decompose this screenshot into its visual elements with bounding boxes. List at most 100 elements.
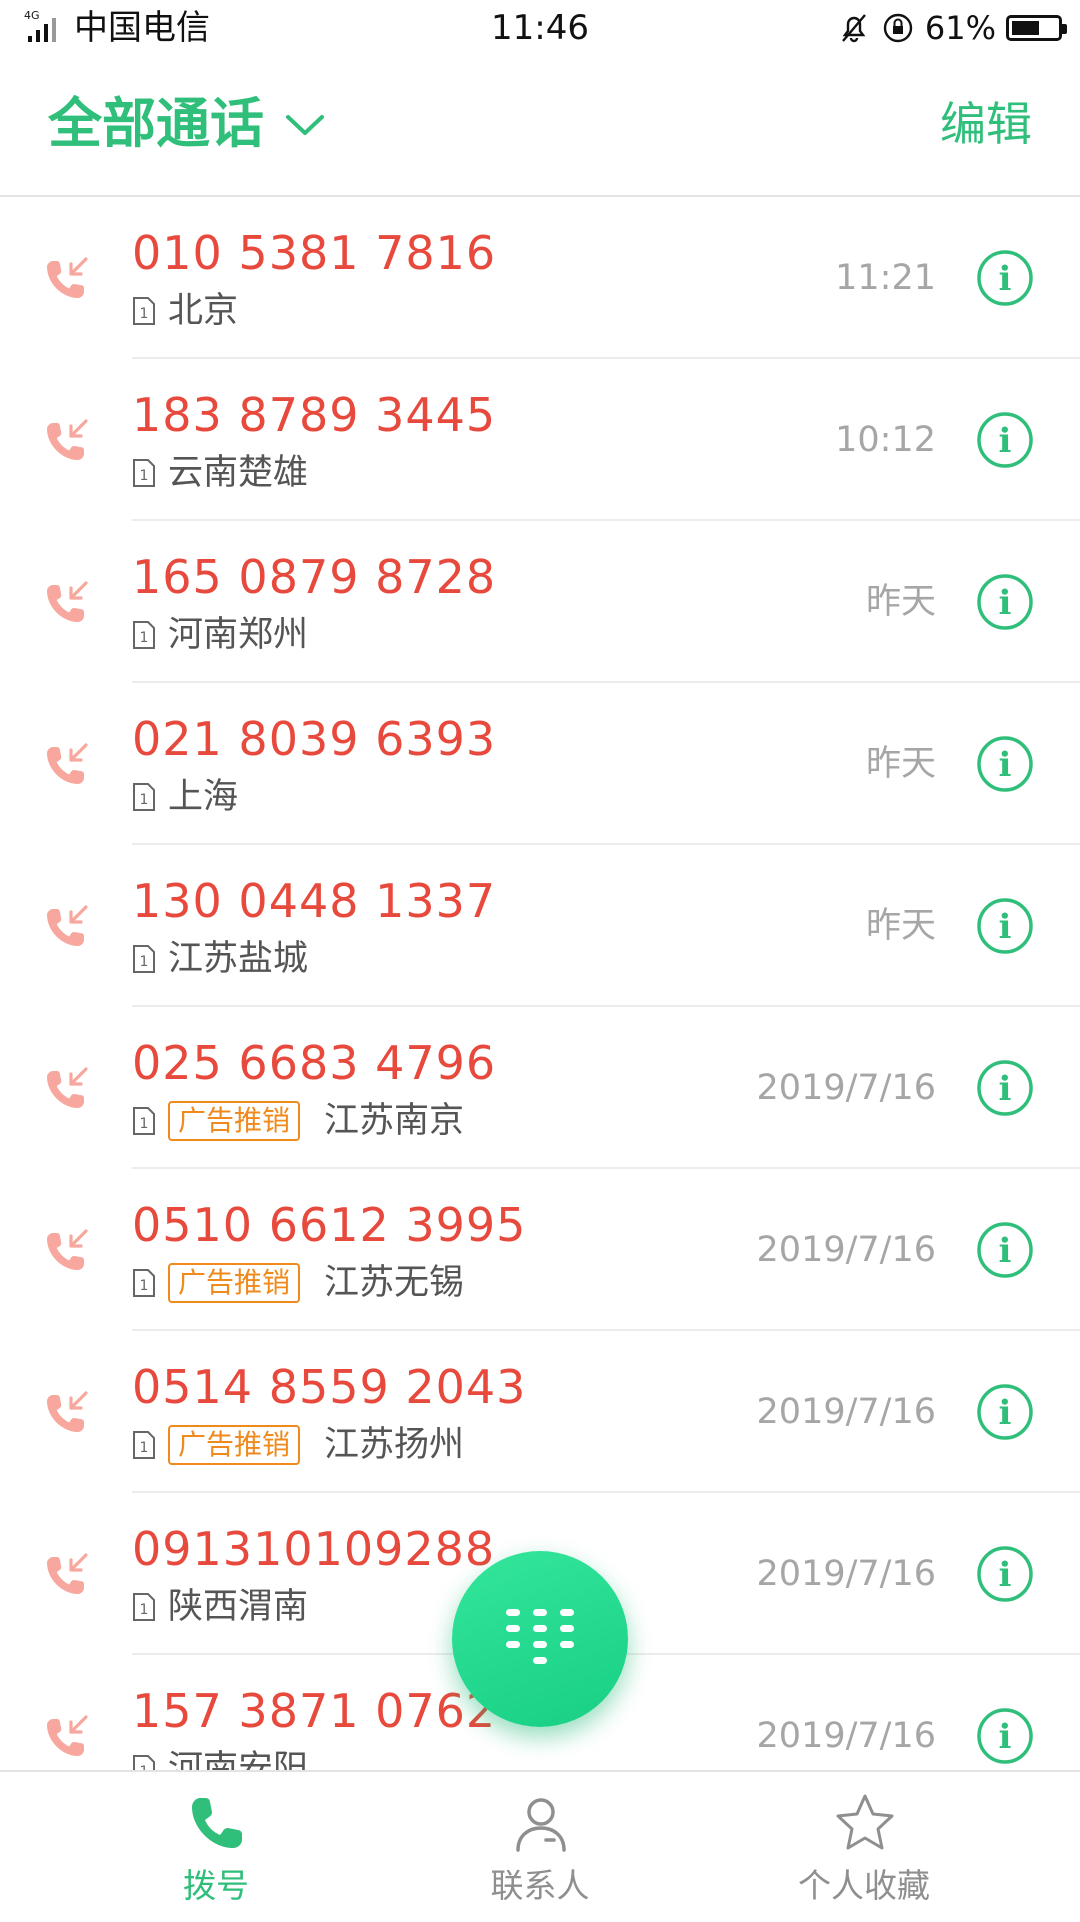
call-time: 昨天 <box>865 744 936 784</box>
mute-bell-icon <box>841 14 866 43</box>
missed-incoming-call-icon <box>47 257 88 298</box>
call-time: 2019/7/16 <box>756 1554 936 1594</box>
call-details: 1 河南安阳 <box>132 1747 308 1770</box>
phone-number: 091310109288 <box>132 1522 496 1576</box>
call-details: 1 河南郑州 <box>132 613 308 657</box>
phone-number: 165 0879 8728 <box>132 550 497 604</box>
tab-favorites[interactable]: 个人收藏 <box>754 1772 974 1922</box>
svg-text:i: i <box>999 1555 1012 1595</box>
svg-text:i: i <box>999 259 1012 299</box>
call-log-row[interactable]: 010 5381 7816 1 北京 11:21 i <box>0 197 1080 359</box>
call-time: 11:21 <box>835 258 936 298</box>
call-log-row[interactable]: 183 8789 3445 1 云南楚雄 10:12 i <box>0 359 1080 521</box>
call-details: 1 云南楚雄 <box>132 451 308 495</box>
svg-text:i: i <box>999 421 1012 461</box>
phone-number: 025 6683 4796 <box>132 1036 497 1090</box>
call-time: 昨天 <box>865 582 936 622</box>
call-log-row[interactable]: 0514 8559 2043 1 广告推销 江苏扬州 2019/7/16 i <box>0 1331 1080 1493</box>
app-header: 全部通话 编辑 <box>0 60 1080 197</box>
spam-tag: 广告推销 <box>168 1101 301 1141</box>
call-log-row[interactable]: 021 8039 6393 1 上海 昨天 i <box>0 683 1080 845</box>
page-title: 全部通话 <box>48 92 264 155</box>
call-log-row[interactable]: 0510 6612 3995 1 广告推销 江苏无锡 2019/7/16 i <box>0 1169 1080 1331</box>
star-icon <box>836 1794 894 1850</box>
missed-incoming-call-icon <box>47 743 88 784</box>
svg-text:i: i <box>999 1069 1012 1109</box>
svg-text:1: 1 <box>140 954 149 970</box>
bottom-navigation: 拨号 联系人 个人收藏 <box>0 1770 1080 1920</box>
call-time: 2019/7/16 <box>756 1230 936 1270</box>
svg-text:1: 1 <box>140 1278 149 1294</box>
svg-text:i: i <box>999 907 1012 947</box>
sim-1-icon: 1 <box>133 1107 155 1135</box>
svg-text:1: 1 <box>140 306 149 322</box>
info-icon[interactable]: i <box>976 897 1034 955</box>
call-log-row[interactable]: 165 0879 8728 1 河南郑州 昨天 i <box>0 521 1080 683</box>
phone-number: 183 8789 3445 <box>132 388 497 442</box>
sim-1-icon: 1 <box>133 1431 155 1459</box>
caller-location: 北京 <box>168 291 239 331</box>
sim-1-icon: 1 <box>133 1593 155 1621</box>
sim-1-icon: 1 <box>133 1269 155 1297</box>
tab-dial[interactable]: 拨号 <box>106 1772 326 1922</box>
rotation-lock-icon <box>883 13 913 43</box>
missed-incoming-call-icon <box>47 1553 88 1594</box>
call-filter-dropdown[interactable]: 全部通话 <box>48 92 328 156</box>
tab-dial-label: 拨号 <box>183 1866 249 1905</box>
call-details: 1 广告推销 江苏无锡 <box>132 1261 464 1305</box>
missed-incoming-call-icon <box>47 1715 88 1756</box>
battery-percent: 61% <box>924 9 996 47</box>
missed-incoming-call-icon <box>47 1229 88 1270</box>
info-icon[interactable]: i <box>976 1221 1034 1279</box>
phone-number: 157 3871 0762 <box>132 1684 497 1738</box>
svg-text:i: i <box>999 745 1012 785</box>
spam-tag: 广告推销 <box>168 1263 301 1303</box>
caller-location: 上海 <box>168 777 239 817</box>
call-time: 2019/7/16 <box>756 1392 936 1432</box>
edit-button[interactable]: 编辑 <box>940 94 1032 154</box>
svg-text:1: 1 <box>140 1116 149 1132</box>
call-details: 1 广告推销 江苏南京 <box>132 1099 464 1143</box>
sim-1-icon: 1 <box>133 297 155 325</box>
caller-location: 河南安阳 <box>168 1749 309 1770</box>
svg-text:1: 1 <box>140 468 149 484</box>
info-icon[interactable]: i <box>976 573 1034 631</box>
dialpad-button[interactable] <box>452 1551 628 1727</box>
caller-location: 河南郑州 <box>168 615 309 655</box>
sim-1-icon: 1 <box>133 459 155 487</box>
info-icon[interactable]: i <box>976 1059 1034 1117</box>
call-details: 1 陕西渭南 <box>132 1585 308 1629</box>
sim-1-icon: 1 <box>133 1755 155 1770</box>
battery-level <box>1012 21 1039 35</box>
caller-location: 江苏盐城 <box>168 939 309 979</box>
call-time: 2019/7/16 <box>756 1716 936 1756</box>
info-icon[interactable]: i <box>976 735 1034 793</box>
svg-text:1: 1 <box>140 630 149 646</box>
sim-1-icon: 1 <box>133 783 155 811</box>
phone-icon <box>192 1798 242 1848</box>
call-time: 10:12 <box>835 420 936 460</box>
svg-text:1: 1 <box>140 1440 149 1456</box>
missed-incoming-call-icon <box>47 581 88 622</box>
sim-1-icon: 1 <box>133 945 155 973</box>
info-icon[interactable]: i <box>976 1383 1034 1441</box>
info-icon[interactable]: i <box>976 411 1034 469</box>
svg-text:i: i <box>999 1393 1012 1433</box>
call-log-list: 010 5381 7816 1 北京 11:21 i 183 8789 3445 1 云南楚雄… <box>0 197 1080 1770</box>
phone-number: 130 0448 1337 <box>132 874 497 928</box>
call-time: 昨天 <box>865 906 936 946</box>
caller-location: 江苏扬州 <box>324 1425 465 1465</box>
sim-1-icon: 1 <box>133 621 155 649</box>
call-details: 1 上海 <box>132 775 238 819</box>
caller-location: 陕西渭南 <box>168 1587 309 1627</box>
info-icon[interactable]: i <box>976 1545 1034 1603</box>
call-log-row[interactable]: 025 6683 4796 1 广告推销 江苏南京 2019/7/16 i <box>0 1007 1080 1169</box>
phone-number: 0510 6612 3995 <box>132 1198 527 1252</box>
tab-contacts-label: 联系人 <box>490 1866 590 1905</box>
phone-number: 021 8039 6393 <box>132 712 497 766</box>
call-log-row[interactable]: 130 0448 1337 1 江苏盐城 昨天 i <box>0 845 1080 1007</box>
info-icon[interactable]: i <box>976 249 1034 307</box>
tab-contacts[interactable]: 联系人 <box>430 1772 650 1922</box>
status-bar: 4G 中国电信 11:46 61% <box>0 0 1080 60</box>
info-icon[interactable]: i <box>976 1707 1034 1765</box>
